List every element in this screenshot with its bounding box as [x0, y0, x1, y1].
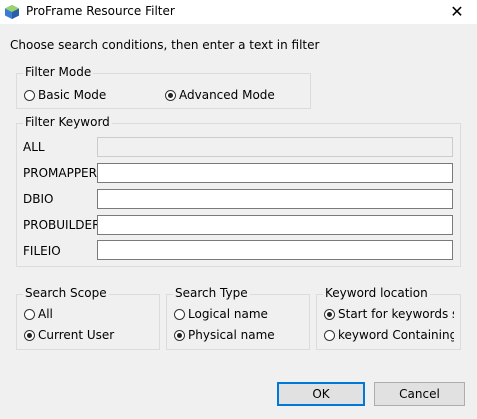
- logical-name-radio[interactable]: Logical name: [174, 307, 268, 321]
- keyword-containing-radio[interactable]: keyword Containing: [324, 328, 454, 342]
- keyword-label-probuilder: PROBUILDER: [23, 218, 101, 232]
- keyword-location-group: Keyword location Start for keywords sta …: [316, 286, 461, 350]
- app-icon: [5, 5, 19, 19]
- scope-current-user-radio[interactable]: Current User: [24, 328, 114, 342]
- keyword-input-probuilder[interactable]: [97, 215, 453, 235]
- radio-circle: [24, 329, 35, 341]
- filter-mode-legend: Filter Mode: [23, 65, 94, 79]
- filter-keyword-legend: Filter Keyword: [23, 115, 112, 129]
- radio-label: Logical name: [188, 307, 268, 321]
- window-title: ProFrame Resource Filter: [26, 4, 175, 18]
- search-type-group: Search Type Logical name Physical name: [166, 286, 310, 350]
- filter-mode-group: Filter Mode Basic Mode Advanced Mode: [16, 65, 311, 109]
- filter-keyword-group: Filter Keyword ALL PROMAPPER DBIO PROBUI…: [16, 115, 461, 267]
- search-scope-legend: Search Scope: [23, 286, 109, 300]
- keyword-input-fileio[interactable]: [97, 240, 453, 260]
- radio-circle: [324, 329, 335, 341]
- radio-label: Physical name: [188, 328, 275, 342]
- radio-label: keyword Containing: [338, 328, 454, 342]
- keyword-label-promapper: PROMAPPER: [23, 166, 97, 180]
- radio-label: Start for keywords sta: [338, 307, 454, 321]
- physical-name-radio[interactable]: Physical name: [174, 328, 275, 342]
- radio-label: Current User: [38, 328, 115, 342]
- radio-circle: [165, 89, 176, 101]
- search-scope-group: Search Scope All Current User: [16, 286, 160, 350]
- start-for-keywords-radio[interactable]: Start for keywords sta: [324, 307, 454, 321]
- keyword-label-fileio: FILEIO: [23, 244, 61, 258]
- basic-mode-radio[interactable]: Basic Mode: [24, 88, 106, 102]
- radio-circle: [174, 308, 185, 320]
- title-bar: ProFrame Resource Filter ✕: [0, 0, 477, 24]
- radio-label: Advanced Mode: [179, 88, 275, 102]
- close-icon[interactable]: ✕: [447, 2, 467, 22]
- radio-circle: [174, 329, 185, 341]
- keyword-input-promapper[interactable]: [97, 163, 453, 183]
- scope-all-radio[interactable]: All: [24, 307, 53, 321]
- instruction-text: Choose search conditions, then enter a t…: [10, 38, 320, 52]
- search-type-legend: Search Type: [173, 286, 250, 300]
- radio-label: Basic Mode: [38, 88, 107, 102]
- keyword-label-all: ALL: [23, 140, 45, 154]
- keyword-input-dbio[interactable]: [97, 189, 453, 209]
- keyword-label-dbio: DBIO: [23, 192, 54, 206]
- cancel-button[interactable]: Cancel: [374, 382, 465, 406]
- ok-button[interactable]: OK: [277, 382, 365, 406]
- keyword-location-legend: Keyword location: [323, 286, 430, 300]
- radio-label: All: [38, 307, 53, 321]
- keyword-input-all: [97, 137, 453, 157]
- radio-circle: [324, 308, 335, 320]
- radio-circle: [24, 308, 35, 320]
- radio-circle: [24, 89, 35, 101]
- advanced-mode-radio[interactable]: Advanced Mode: [165, 88, 275, 102]
